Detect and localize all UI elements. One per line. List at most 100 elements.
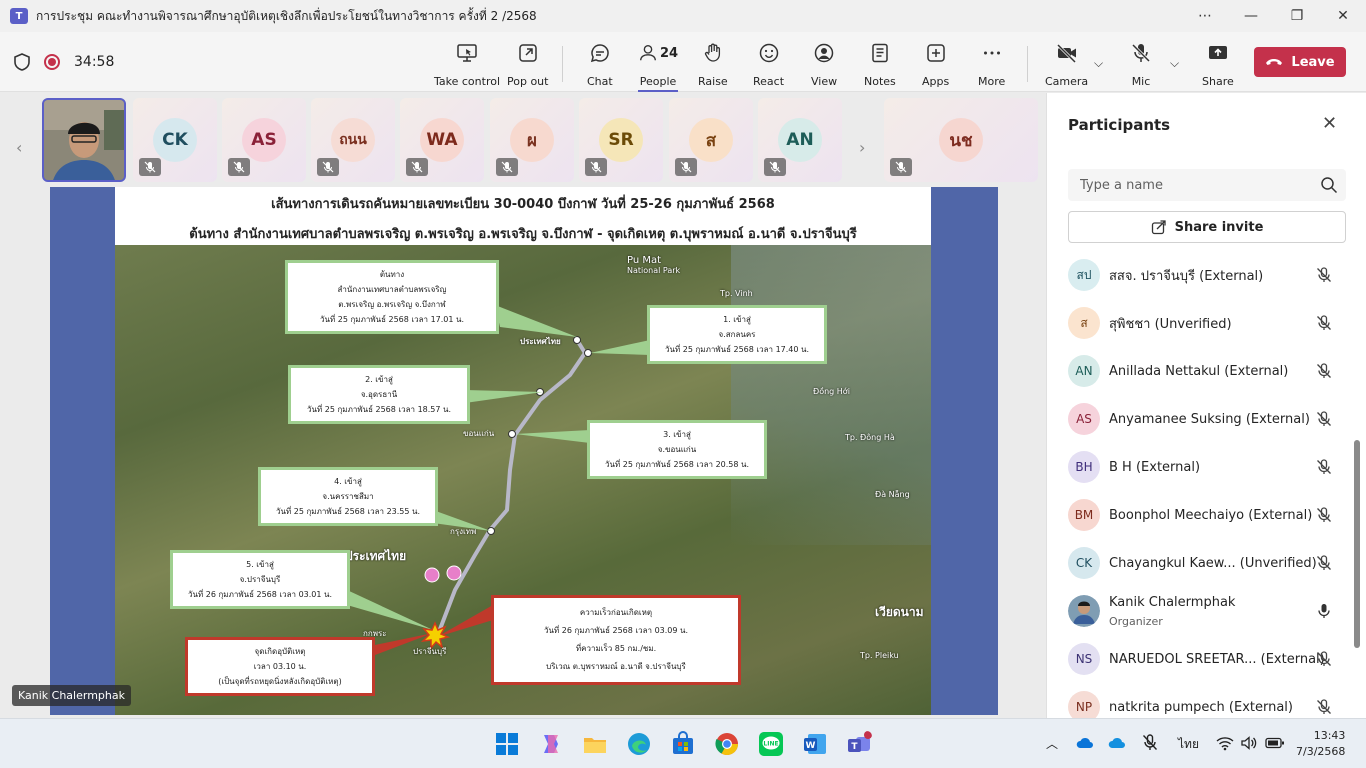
- participant-tile[interactable]: AN: [758, 98, 842, 182]
- mic-off-icon: [1317, 315, 1331, 330]
- tray-chevron-icon[interactable]: ︿: [1046, 735, 1058, 752]
- participant-row[interactable]: ส สุพิชชา (Unverified): [1047, 299, 1357, 347]
- camera-button[interactable]: Camera: [1045, 42, 1088, 88]
- mic-off-icon: [1317, 651, 1331, 666]
- more-icon: [983, 51, 1000, 55]
- participant-tile[interactable]: AS: [222, 98, 306, 182]
- mic-options-chevron-icon[interactable]: ⌵: [1170, 56, 1179, 71]
- participant-tile[interactable]: ผ: [490, 98, 574, 182]
- participant-tile-video[interactable]: [42, 98, 126, 182]
- minimize-button[interactable]: —: [1228, 0, 1274, 32]
- participant-tile[interactable]: นช: [884, 98, 1038, 182]
- participant-row[interactable]: AN Anillada Nettakul (External): [1047, 347, 1357, 395]
- share-button[interactable]: Share: [1202, 42, 1234, 88]
- participant-row-organizer[interactable]: Kanik Chalermphak Organizer: [1047, 587, 1357, 635]
- callout-line: ที่ความเร็ว 85 กม./ชม.: [575, 644, 657, 653]
- more-options-icon[interactable]: ⋯: [1182, 0, 1228, 32]
- recording-icon: [44, 54, 60, 70]
- participant-tile[interactable]: WA: [400, 98, 484, 182]
- chrome-icon[interactable]: [714, 731, 740, 757]
- pop-out-button[interactable]: Pop out: [507, 42, 548, 88]
- word-icon[interactable]: W: [802, 731, 828, 757]
- line-app-icon[interactable]: LINE: [758, 731, 784, 757]
- apps-button[interactable]: Apps: [922, 42, 949, 88]
- participant-tile[interactable]: CK: [133, 98, 217, 182]
- shield-icon[interactable]: [14, 53, 30, 71]
- chat-button[interactable]: Chat: [587, 42, 613, 88]
- people-count: 24: [660, 45, 679, 61]
- participant-row[interactable]: BH B H (External): [1047, 443, 1357, 491]
- map-label: กรุงเทพ: [450, 527, 477, 536]
- avatar: ส: [689, 118, 733, 162]
- system-clock[interactable]: 13:43 7/3/2568: [1296, 728, 1345, 760]
- participant-row[interactable]: NP natkrita pumpech (External): [1047, 683, 1357, 718]
- onedrive-icon[interactable]: [1076, 737, 1094, 749]
- mic-button[interactable]: Mic: [1130, 42, 1152, 88]
- participant-tile[interactable]: ส: [669, 98, 753, 182]
- share-invite-label: Share invite: [1174, 219, 1264, 235]
- edge-icon[interactable]: [626, 731, 652, 757]
- people-button[interactable]: 24 People: [638, 42, 679, 92]
- camera-options-chevron-icon[interactable]: ⌵: [1094, 56, 1103, 71]
- onedrive-business-icon[interactable]: [1108, 737, 1126, 749]
- more-button[interactable]: More: [978, 42, 1005, 88]
- windows-start-icon[interactable]: [494, 731, 520, 757]
- avatar: AS: [1068, 403, 1100, 435]
- notes-button[interactable]: Notes: [864, 42, 896, 88]
- raise-hand-button[interactable]: Raise: [698, 42, 728, 88]
- participant-row[interactable]: NS NARUEDOL SREETAR... (External): [1047, 635, 1357, 683]
- avatar: WA: [420, 118, 464, 162]
- microphone-muted-tray-icon[interactable]: [1141, 733, 1159, 753]
- search-icon[interactable]: [1320, 176, 1338, 194]
- participant-tile[interactable]: ถนน: [311, 98, 395, 182]
- callout-speed: ความเร็วก่อนเกิดเหตุ วันที่ 26 กุมภาพันธ…: [491, 595, 741, 685]
- people-icon: [640, 45, 656, 61]
- participant-name: Anyamanee Suksing (External): [1109, 411, 1310, 427]
- strip-next-chevron-icon[interactable]: ›: [859, 138, 865, 157]
- callout-line: วันที่ 26 กุมภาพันธ์ 2568 เวลา 03.01 น.: [187, 590, 333, 599]
- close-icon[interactable]: ✕: [1322, 113, 1337, 134]
- maximize-button[interactable]: ❐: [1274, 0, 1320, 32]
- battery-icon[interactable]: [1265, 737, 1285, 749]
- presenter-video-feed: [44, 100, 124, 180]
- leave-button[interactable]: Leave: [1254, 47, 1346, 77]
- copilot-icon[interactable]: [538, 731, 564, 757]
- take-control-button[interactable]: Take control: [434, 42, 500, 88]
- map-label: ขอนแก่น: [463, 429, 495, 438]
- avatar: AN: [1068, 355, 1100, 387]
- wifi-icon[interactable]: [1216, 735, 1234, 751]
- react-label: React: [753, 75, 785, 88]
- view-label: View: [811, 75, 838, 88]
- participant-row[interactable]: CK Chayangkul Kaew... (Unverified): [1047, 539, 1357, 587]
- strip-prev-chevron-icon[interactable]: ‹: [16, 138, 22, 157]
- toolbar-divider: [1027, 46, 1028, 82]
- muted-mic-icon: [890, 158, 912, 176]
- volume-icon[interactable]: [1240, 735, 1258, 751]
- callout-line: 1. เข้าสู่: [723, 315, 751, 324]
- view-button[interactable]: View: [811, 42, 837, 88]
- mic-on-icon: [1318, 604, 1330, 618]
- file-explorer-icon[interactable]: [582, 731, 608, 757]
- take-control-icon: [457, 44, 477, 62]
- participant-row[interactable]: BM Boonphol Meechaiyo (External): [1047, 491, 1357, 539]
- muted-mic-icon: [139, 158, 161, 176]
- route-map: Pu Mat National Park Tp. Vinh ประเทศไทย …: [115, 245, 931, 715]
- apps-label: Apps: [922, 75, 950, 88]
- close-window-button[interactable]: ✕: [1320, 0, 1366, 32]
- share-invite-button[interactable]: Share invite: [1068, 211, 1346, 243]
- teams-icon[interactable]: T: [846, 731, 872, 757]
- search-input[interactable]: [1068, 169, 1308, 201]
- input-language-indicator[interactable]: ไทย: [1178, 735, 1199, 754]
- muted-mic-icon: [406, 158, 428, 176]
- microsoft-store-icon[interactable]: [670, 731, 696, 757]
- participant-row[interactable]: AS Anyamanee Suksing (External): [1047, 395, 1357, 443]
- participant-row[interactable]: สป สสจ. ปราจีนบุรี (External): [1047, 251, 1357, 299]
- react-button[interactable]: React: [753, 42, 784, 88]
- participant-list-scrollbar[interactable]: [1354, 440, 1360, 648]
- callout-line: ต.พรเจริญ อ.พรเจริญ จ.บึงกาฬ: [338, 300, 446, 309]
- meeting-timer: 34:58: [74, 54, 115, 70]
- meeting-stage: ‹ CK AS ถนน WA ผ SR ส AN › นช เส้นทางการ…: [0, 93, 1046, 718]
- callout-origin: ต้นทาง สำนักงานเทศบาลตำบลพรเจริญ ต.พรเจร…: [285, 260, 499, 334]
- participant-tile[interactable]: SR: [579, 98, 663, 182]
- callout-checkpoint-1: 1. เข้าสู่ จ.สกลนคร วันที่ 25 กุมภาพันธ์…: [647, 305, 827, 364]
